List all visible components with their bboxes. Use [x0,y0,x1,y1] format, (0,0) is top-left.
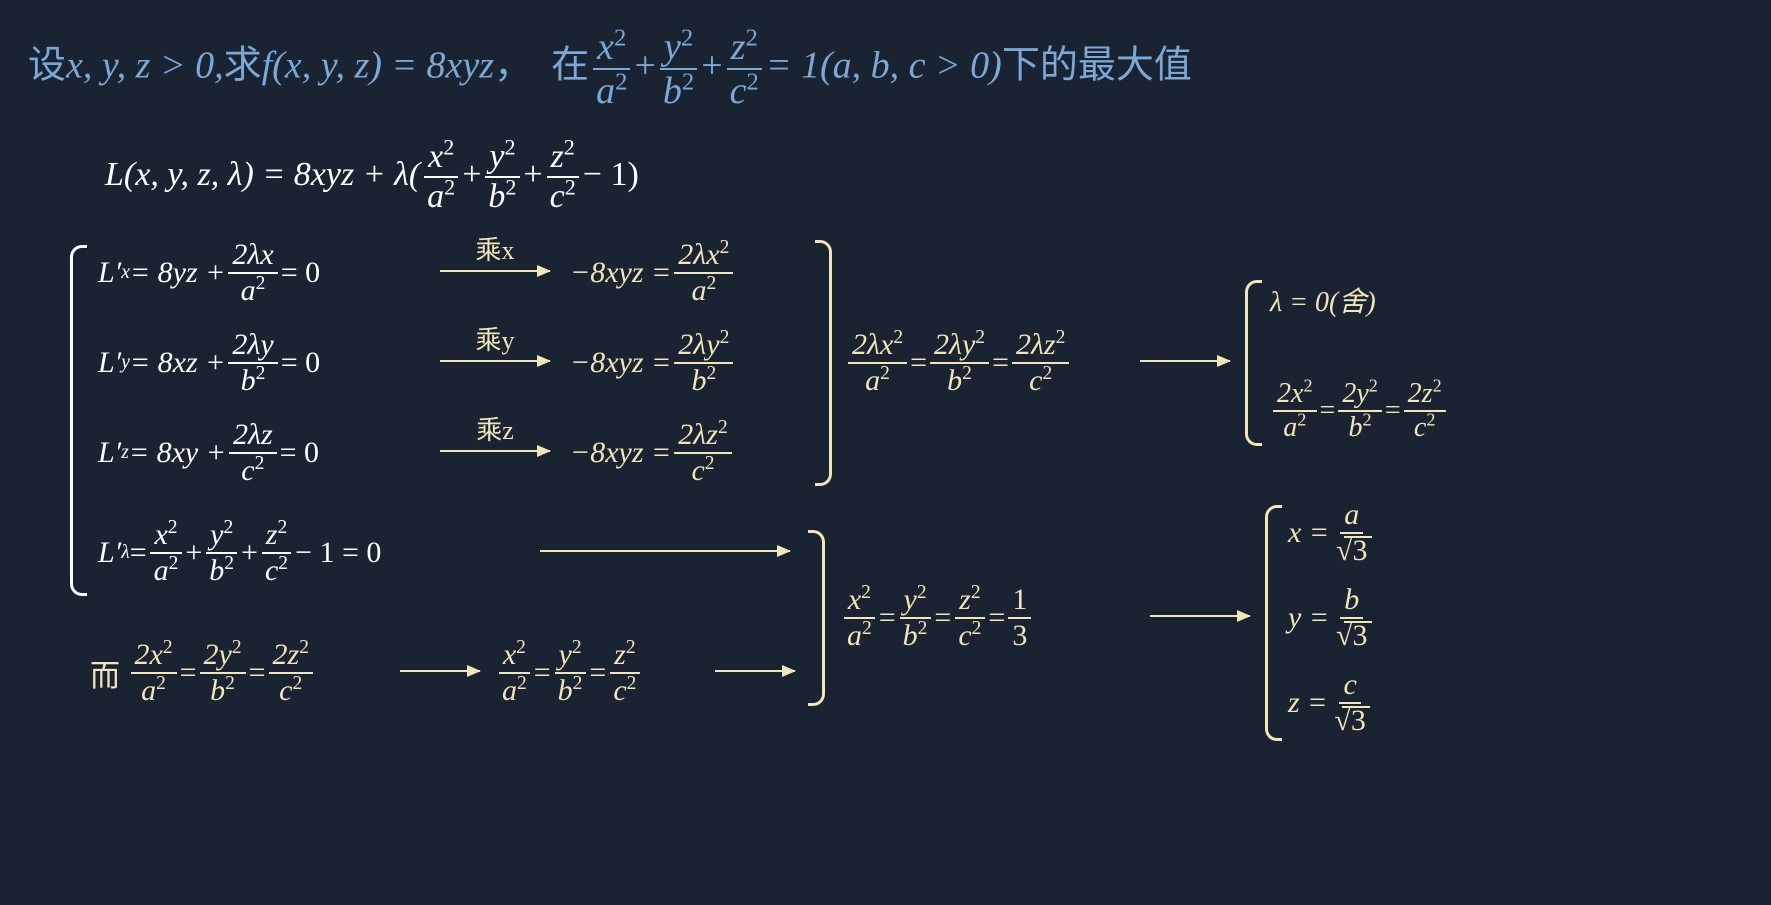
frac-ly2b2: y2b2 [484,140,520,214]
lagrangian-def: L(x, y, z, λ) = 8xyz + λ(x2a2+y2b2+z2c2−… [105,140,639,214]
eq-Lz: L′z = 8xy + 2λzc2 = 0 [98,420,319,486]
problem-statement: 设x, y, z > 0,求f(x, y, z) = 8xyz， 在x2a2+y… [28,28,1192,110]
arrow-chain2l [1140,360,1230,362]
func: f(x, y, z) = 8xyz [262,45,494,87]
text-zai: 在 [551,45,589,87]
text-qiu: 求 [224,45,262,87]
arrow-lambda [540,550,790,552]
arrow-mulx [440,270,550,272]
brace-collect3 [815,240,832,486]
arrow-x2chain [715,670,795,672]
eq-Llambda: L′λ = x2a2+y2b2+z2c2 − 1 = 0 [98,520,381,586]
label-muly: 乘y [475,320,514,357]
brace-cases [1245,280,1262,446]
brace-collect2 [808,530,825,706]
eq-lambda0: λ = 0(舍) [1270,280,1376,320]
brace-solution [1265,505,1282,741]
eq1: = 1(a, b, c > 0) [766,45,1002,87]
arrow-er [400,670,480,672]
eq-onethird: x2a2 = y2b2 = z2c2 = 13 [840,585,1034,651]
sol-z: z = c√3 [1288,670,1373,736]
brace-system [70,245,87,596]
arrow-muly [440,360,550,362]
label-mulz: 乘z [476,410,514,447]
comma: ， [494,45,532,87]
eq-Ly: L′y = 8xz + 2λyb2 = 0 [98,330,320,396]
frac-y2b2: y2b2 [659,28,698,110]
eq-chain2l: 2λx2a2 = 2λy2b2 = 2λz2c2 [845,330,1072,396]
eq-neg8y: −8xyz = 2λy2b2 [570,330,736,396]
minus1: − 1) [583,156,639,193]
frac-x2a2: x2a2 [592,28,631,110]
arrow-final [1150,615,1250,617]
sol-x: x = a√3 [1288,500,1375,566]
eq-x2chain: x2a2 = y2b2 = z2c2 [495,640,643,706]
label-mulx: 乘x [475,230,514,267]
frac-lz2c2: z2c2 [546,140,580,214]
frac-lx2a2: x2a2 [423,140,459,214]
eq-2x2chain: 2x2a2 = 2y2b2 = 2z2c2 [1270,380,1449,442]
frac-z2c2: z2c2 [726,28,763,110]
sol-y: y = b√3 [1288,585,1375,651]
text-tail: 下的最大值 [1002,45,1192,87]
text-she: 设 [28,45,66,87]
arrow-mulz [440,450,550,452]
eq-neg8x: −8xyz = 2λx2a2 [570,240,736,306]
eq-neg8z: −8xyz = 2λz2c2 [570,420,735,486]
eq-Lx: L′x = 8yz + 2λxa2 = 0 [98,240,320,306]
lagrangian-L: L(x, y, z, λ) = 8xyz + λ( [105,156,420,193]
eq-er: 而 2x2a2 = 2y2b2 = 2z2c2 [90,640,316,706]
cond: x, y, z > 0, [66,45,224,87]
